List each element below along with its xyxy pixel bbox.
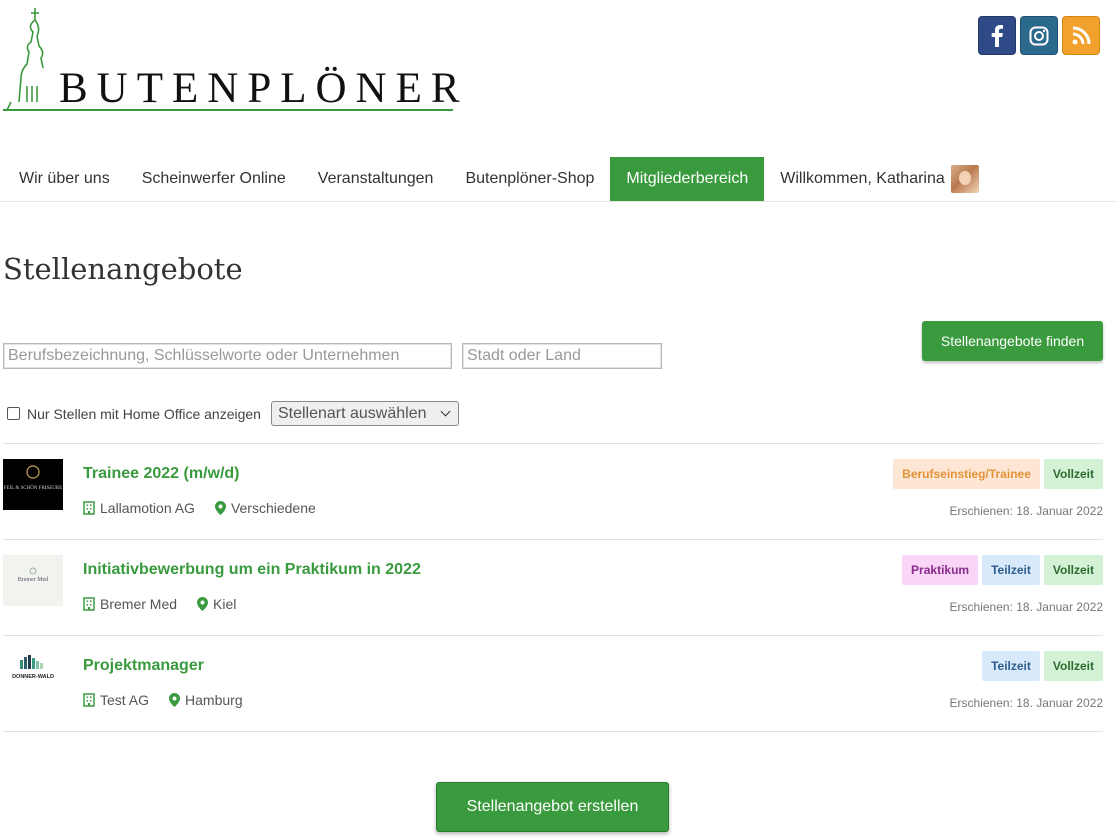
tag-teilzeit: Teilzeit (982, 555, 1040, 585)
building-icon (83, 693, 95, 707)
job-date: Erschienen: 18. Januar 2022 (949, 696, 1103, 710)
company-name: Lallamotion AG (100, 500, 195, 516)
building-icon (83, 501, 95, 515)
company-logo-text: FEIL & SCHÖN FRISEURE (4, 485, 63, 491)
keyword-search-input[interactable]: Berufsbezeichnung, Schlüsselworte oder U… (3, 343, 452, 369)
job-date: Erschienen: 18. Januar 2022 (949, 504, 1103, 518)
home-office-checkbox[interactable] (7, 407, 20, 420)
facebook-icon (991, 24, 1003, 47)
job-tags: Teilzeit Vollzeit (982, 651, 1103, 681)
map-pin-icon (214, 501, 226, 515)
find-jobs-button[interactable]: Stellenangebote finden (922, 321, 1103, 361)
job-row[interactable]: DONNER-WALD Projektmanager Test AG Hambu… (3, 636, 1103, 732)
social-links (978, 16, 1100, 55)
avatar (950, 165, 979, 193)
job-row[interactable]: FEIL & SCHÖN FRISEURE Trainee 2022 (m/w/… (3, 444, 1103, 540)
job-meta: Test AG Hamburg (83, 692, 243, 708)
job-tags: Berufseinstieg/Trainee Vollzeit (893, 459, 1103, 489)
nav-item-user-menu[interactable]: Willkommen, Katharina (764, 157, 995, 201)
company-name: Bremer Med (100, 596, 178, 612)
filter-row: Nur Stellen mit Home Office anzeigen Ste… (7, 401, 459, 426)
job-title[interactable]: Initiativbewerbung um ein Praktikum in 2… (83, 561, 421, 579)
tag-praktikum: Praktikum (902, 555, 979, 585)
tag-berufseinstieg: Berufseinstieg/Trainee (893, 459, 1040, 489)
map-pin-icon (169, 693, 181, 707)
site-logo[interactable]: BUTENPLÖNER (3, 6, 460, 114)
job-date: Erschienen: 18. Januar 2022 (949, 600, 1103, 614)
job-location: Verschiedene (230, 500, 316, 516)
nav-item-mitgliederbereich[interactable]: Mitgliederbereich (610, 157, 765, 201)
nav-divider (0, 201, 1117, 202)
city-search-input[interactable]: Stadt oder Land (462, 343, 662, 369)
tag-vollzeit: Vollzeit (1043, 459, 1103, 489)
rss-button[interactable] (1062, 16, 1100, 55)
home-office-label[interactable]: Nur Stellen mit Home Office anzeigen (27, 406, 261, 422)
tower-logo-icon (6, 8, 44, 111)
nav-item-wir-ueber-uns[interactable]: Wir über uns (3, 157, 126, 201)
tag-vollzeit: Vollzeit (1043, 555, 1103, 585)
company-logo: Bremer Med (3, 555, 63, 606)
brand-name: BUTENPLÖNER (59, 65, 469, 112)
company-logo: DONNER-WALD (3, 651, 63, 702)
tag-vollzeit: Vollzeit (1043, 651, 1103, 681)
job-meta: Lallamotion AG Verschiedene (83, 500, 316, 516)
rss-icon (1072, 26, 1091, 44)
job-row[interactable]: Bremer Med Initiativbewerbung um ein Pra… (3, 540, 1103, 636)
instagram-icon (1029, 26, 1049, 45)
map-pin-icon (197, 597, 209, 611)
logo-underline (3, 109, 453, 111)
company-logo: FEIL & SCHÖN FRISEURE (3, 459, 63, 510)
facebook-button[interactable] (978, 16, 1016, 55)
nav-item-scheinwerfer-online[interactable]: Scheinwerfer Online (126, 157, 302, 201)
welcome-text: Willkommen, Katharina (780, 170, 945, 187)
job-location: Kiel (213, 596, 237, 612)
company-logo-text: DONNER-WALD (12, 674, 54, 680)
job-meta: Bremer Med Kiel (83, 596, 236, 612)
nav-item-veranstaltungen[interactable]: Veranstaltungen (302, 157, 450, 201)
company-name: Test AG (100, 692, 150, 708)
main-nav: Wir über uns Scheinwerfer Online Veranst… (3, 157, 995, 201)
instagram-button[interactable] (1020, 16, 1058, 55)
page-title: Stellenangebote (3, 252, 243, 286)
job-title[interactable]: Projektmanager (83, 657, 204, 675)
nav-item-butenploener-shop[interactable]: Butenplöner-Shop (449, 157, 610, 201)
job-type-select[interactable]: Stellenart auswählen (270, 401, 459, 426)
job-title[interactable]: Trainee 2022 (m/w/d) (83, 465, 240, 483)
building-icon (83, 597, 95, 611)
job-type-select-value: Stellenart auswählen (277, 404, 427, 422)
chevron-down-icon (440, 406, 451, 417)
job-list: FEIL & SCHÖN FRISEURE Trainee 2022 (m/w/… (3, 443, 1103, 732)
job-location: Hamburg (185, 692, 243, 708)
company-logo-text: Bremer Med (18, 577, 49, 583)
create-job-button[interactable]: Stellenangebot erstellen (436, 782, 669, 832)
job-tags: Praktikum Teilzeit Vollzeit (902, 555, 1103, 585)
tag-teilzeit: Teilzeit (982, 651, 1040, 681)
